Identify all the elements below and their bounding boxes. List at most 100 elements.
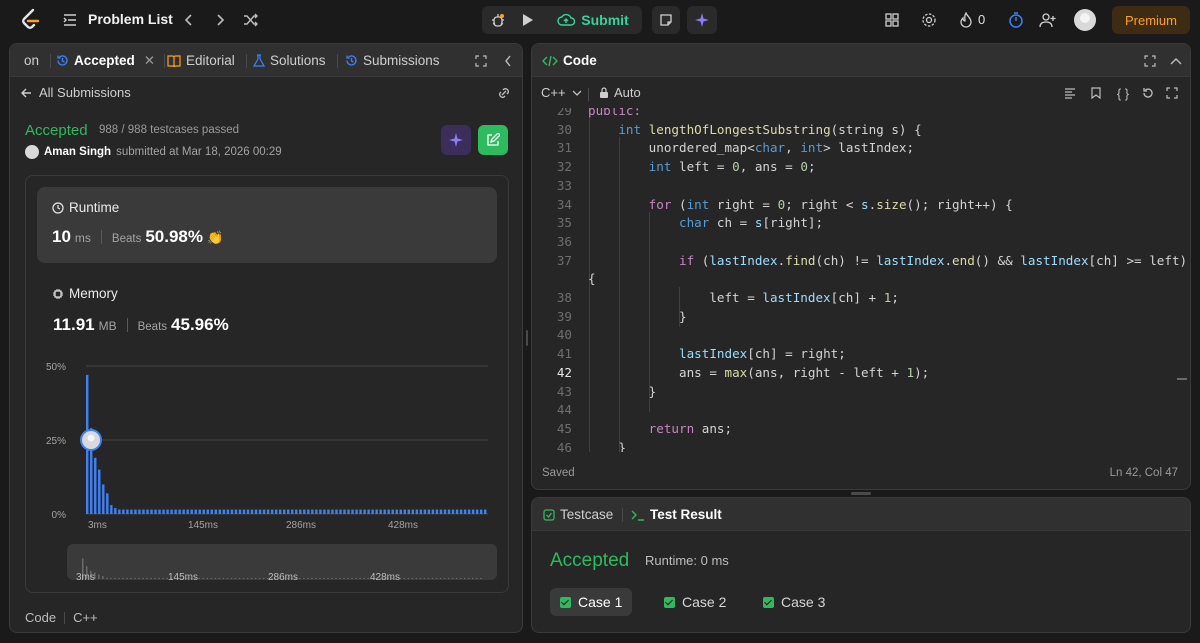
- code-line[interactable]: 38 left = lastIndex[ch] + 1;: [532, 289, 1190, 308]
- y-tick-label: 50%: [46, 362, 66, 373]
- code-line[interactable]: 33: [532, 177, 1190, 196]
- distribution-bar: [479, 509, 483, 514]
- tab-editorial[interactable]: Editorial: [167, 44, 235, 77]
- overview-bar: [230, 578, 233, 579]
- horizontal-splitter-handle[interactable]: [851, 492, 871, 495]
- overview-bar: [319, 578, 321, 579]
- settings-gear-icon[interactable]: [919, 10, 939, 30]
- tab-code[interactable]: Code: [542, 44, 597, 77]
- submitted-at: submitted at Mar 18, 2026 00:29: [116, 146, 282, 158]
- code-line[interactable]: 29 public:: [532, 108, 1190, 121]
- streak-flame-icon[interactable]: [956, 10, 976, 30]
- code-line[interactable]: 35 char ch = s[right];: [532, 214, 1190, 233]
- leetcode-logo-icon[interactable]: [18, 8, 42, 32]
- author-avatar[interactable]: [25, 145, 39, 159]
- code-line[interactable]: 46 }: [532, 439, 1190, 452]
- premium-button[interactable]: Premium: [1112, 6, 1190, 34]
- top-bar: Problem List Submit 0 Premium: [0, 0, 1200, 40]
- distribution-bar: [291, 509, 294, 514]
- code-line[interactable]: 42 ans = max(ans, right - left + 1);: [532, 364, 1190, 383]
- code-line[interactable]: 32 int left = 0, ans = 0;: [532, 158, 1190, 177]
- timer-icon[interactable]: [1006, 10, 1026, 30]
- code-editor[interactable]: 29 public: 30 int lengthOfLongestSubstring…: [532, 108, 1190, 452]
- line-number: 37: [556, 252, 572, 268]
- code-line[interactable]: 45 return ans;: [532, 420, 1190, 439]
- vertical-splitter-handle[interactable]: [524, 330, 530, 346]
- layout-grid-icon[interactable]: [882, 10, 902, 30]
- author-name[interactable]: Aman Singh: [44, 146, 111, 158]
- note-icon[interactable]: [656, 9, 676, 31]
- prev-problem-icon[interactable]: [178, 9, 200, 31]
- tab-accepted[interactable]: Accepted ✕: [56, 44, 155, 77]
- code-line[interactable]: 39 }: [532, 308, 1190, 327]
- reset-icon[interactable]: [1140, 85, 1156, 101]
- line-number: 33: [556, 177, 572, 193]
- edit-solution-button[interactable]: [478, 125, 508, 155]
- tab-solutions[interactable]: Solutions: [253, 44, 326, 77]
- collapse-left-icon[interactable]: [500, 53, 516, 69]
- code-line[interactable]: 37 if (lastIndex.find(ch) != lastIndex.e…: [532, 252, 1190, 271]
- braces-icon[interactable]: { }: [1114, 85, 1132, 101]
- code-tab[interactable]: Code: [25, 610, 56, 625]
- format-lines-icon[interactable]: [1062, 85, 1078, 101]
- code-line[interactable]: 34 for (int right = 0; right < s.size();…: [532, 196, 1190, 215]
- overview-bar: [455, 578, 458, 579]
- debug-icon[interactable]: [486, 9, 510, 31]
- problem-list-button[interactable]: Problem List: [88, 11, 173, 27]
- overview-bar: [419, 578, 422, 579]
- tab-testcase[interactable]: Testcase: [543, 498, 613, 531]
- tab-divider: [164, 54, 165, 68]
- code-line[interactable]: 40: [532, 326, 1190, 345]
- run-icon[interactable]: [516, 9, 540, 31]
- runtime-distribution-chart[interactable]: 50% 25% 0% 3ms 145ms 286ms 428ms 3ms 145ms 286ms 4…: [26, 176, 510, 594]
- overview-bar: [443, 578, 446, 579]
- add-user-icon[interactable]: [1037, 10, 1059, 30]
- language-select[interactable]: C++: [541, 85, 582, 100]
- maximize-icon[interactable]: [473, 53, 489, 69]
- code-text: left = lastIndex[ch] + 1;: [588, 290, 899, 305]
- shuffle-icon[interactable]: [240, 9, 262, 31]
- overview-bar: [222, 578, 225, 579]
- distribution-bar: [198, 509, 201, 514]
- distribution-bar: [262, 509, 266, 514]
- submit-button[interactable]: Submit: [548, 6, 638, 34]
- share-link-icon[interactable]: [495, 85, 513, 101]
- back-arrow-icon[interactable]: [18, 85, 34, 101]
- distribution-bar: [186, 509, 189, 514]
- tab-close-icon[interactable]: ✕: [144, 53, 155, 69]
- code-line[interactable]: {: [532, 270, 1190, 289]
- distribution-bar: [254, 509, 258, 514]
- collapse-up-icon[interactable]: [1168, 53, 1184, 69]
- analyze-ai-button[interactable]: [441, 125, 471, 155]
- code-line[interactable]: 36: [532, 233, 1190, 252]
- sparkle-ai-icon[interactable]: [691, 9, 713, 31]
- tab-test-result[interactable]: Test Result: [631, 498, 722, 531]
- distribution-bar: [134, 509, 137, 514]
- maximize-icon[interactable]: [1142, 53, 1158, 69]
- x-tick-label: 286ms: [286, 520, 316, 531]
- overview-bar: [335, 578, 337, 579]
- code-line[interactable]: 41 lastIndex[ch] = right;: [532, 345, 1190, 364]
- language-select-label: C++: [541, 85, 566, 100]
- bookmark-icon[interactable]: [1088, 85, 1104, 101]
- distribution-bar: [307, 509, 310, 514]
- fullscreen-icon[interactable]: [1164, 85, 1180, 101]
- distribution-bar: [226, 509, 230, 514]
- case-1-tab[interactable]: Case 1: [550, 588, 633, 616]
- auto-mode[interactable]: Auto: [599, 85, 641, 100]
- code-text: unordered_map<char, int> lastIndex;: [588, 140, 915, 156]
- tab-description[interactable]: on: [24, 44, 39, 77]
- code-line[interactable]: 31 unordered_map<char, int> lastIndex;: [532, 139, 1190, 158]
- line-number: 34: [556, 196, 572, 212]
- tab-submissions[interactable]: Submissions: [345, 44, 440, 77]
- code-line[interactable]: 43 }: [532, 383, 1190, 402]
- editor-status-bar: Saved Ln 42, Col 47: [532, 462, 1190, 488]
- case-3-tab[interactable]: Case 3: [753, 588, 835, 616]
- user-avatar[interactable]: [1074, 9, 1096, 31]
- problem-list-icon[interactable]: [62, 12, 78, 28]
- all-submissions-link[interactable]: All Submissions: [39, 85, 131, 100]
- code-line[interactable]: 30 int lengthOfLongestSubstring(string s…: [532, 121, 1190, 140]
- next-problem-icon[interactable]: [209, 9, 231, 31]
- case-2-tab[interactable]: Case 2: [654, 588, 736, 616]
- code-line[interactable]: 44: [532, 401, 1190, 420]
